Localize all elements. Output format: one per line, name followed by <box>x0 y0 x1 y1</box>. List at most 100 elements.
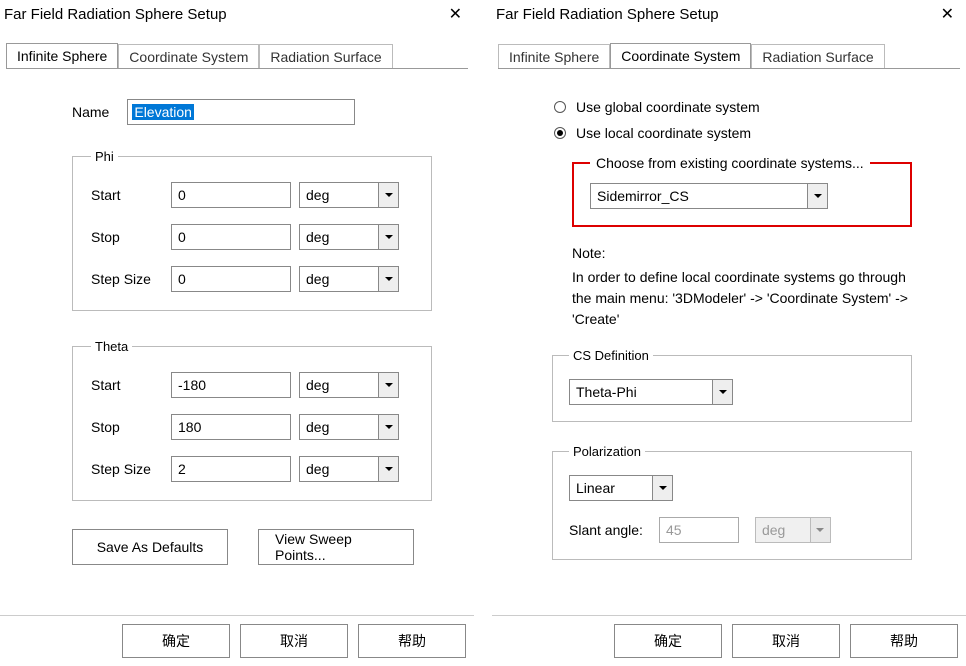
dialog-infinite-sphere: Far Field Radiation Sphere Setup ✕ Infin… <box>0 0 474 666</box>
use-global-radio-row[interactable]: Use global coordinate system <box>554 99 940 115</box>
phi-stop-input[interactable] <box>171 224 291 250</box>
phi-start-label: Start <box>91 187 171 203</box>
theta-stop-unit-text: deg <box>300 419 378 435</box>
tab-coordinate-system[interactable]: Coordinate System <box>610 43 751 69</box>
slant-angle-unit-combo: deg <box>755 517 831 543</box>
phi-step-row: Step Size deg <box>91 266 413 292</box>
phi-start-input[interactable] <box>171 182 291 208</box>
chevron-down-icon <box>378 373 398 397</box>
tab-radiation-surface[interactable]: Radiation Surface <box>751 44 884 69</box>
tab-strip: Infinite Sphere Coordinate System Radiat… <box>6 42 468 68</box>
theta-start-input[interactable] <box>171 372 291 398</box>
titlebar: Far Field Radiation Sphere Setup ✕ <box>492 0 966 28</box>
phi-stop-row: Stop deg <box>91 224 413 250</box>
slant-angle-row: Slant angle: deg <box>569 517 895 543</box>
phi-step-unit-combo[interactable]: deg <box>299 266 399 292</box>
polarization-group: Polarization Linear Slant angle: deg <box>552 444 912 560</box>
phi-start-unit-text: deg <box>300 187 378 203</box>
radio-icon <box>554 127 566 139</box>
polarization-combo[interactable]: Linear <box>569 475 673 501</box>
theta-legend: Theta <box>91 339 132 354</box>
cs-definition-combo[interactable]: Theta-Phi <box>569 379 733 405</box>
phi-start-row: Start deg <box>91 182 413 208</box>
phi-legend: Phi <box>91 149 118 164</box>
tab-infinite-sphere[interactable]: Infinite Sphere <box>6 43 118 69</box>
note-block: Note: In order to define local coordinat… <box>572 245 912 330</box>
radio-icon <box>554 101 566 113</box>
close-icon[interactable]: ✕ <box>935 4 960 24</box>
theta-stop-label: Stop <box>91 419 171 435</box>
theta-start-label: Start <box>91 377 171 393</box>
choose-cs-legend: Choose from existing coordinate systems.… <box>590 155 870 171</box>
dialog-title: Far Field Radiation Sphere Setup <box>496 6 719 23</box>
name-value-selected: Elevation <box>132 104 194 120</box>
ok-button[interactable]: 确定 <box>122 624 230 658</box>
theta-stop-unit-combo[interactable]: deg <box>299 414 399 440</box>
dialog-title: Far Field Radiation Sphere Setup <box>4 6 227 23</box>
note-body: In order to define local coordinate syst… <box>572 267 912 330</box>
polarization-legend: Polarization <box>569 444 645 459</box>
theta-start-unit-combo[interactable]: deg <box>299 372 399 398</box>
chevron-down-icon <box>810 518 830 542</box>
ok-button[interactable]: 确定 <box>614 624 722 658</box>
theta-start-unit-text: deg <box>300 377 378 393</box>
dialog-coordinate-system: Far Field Radiation Sphere Setup ✕ Infin… <box>492 0 966 666</box>
chevron-down-icon <box>652 476 672 500</box>
theta-step-unit-text: deg <box>300 461 378 477</box>
choose-cs-combo[interactable]: Sidemirror_CS <box>590 183 828 209</box>
save-as-defaults-button[interactable]: Save As Defaults <box>72 529 228 565</box>
cs-definition-group: CS Definition Theta-Phi <box>552 348 912 422</box>
tab-content-infinite-sphere: Name Elevation Phi Start deg Stop deg <box>6 68 468 615</box>
bottom-bar: 确定 取消 帮助 <box>492 616 966 666</box>
tab-content-coordinate-system: Use global coordinate system Use local c… <box>498 68 960 615</box>
phi-stop-label: Stop <box>91 229 171 245</box>
name-row: Name Elevation <box>72 99 448 125</box>
theta-step-label: Step Size <box>91 461 171 477</box>
cs-definition-value: Theta-Phi <box>570 384 712 400</box>
help-button[interactable]: 帮助 <box>850 624 958 658</box>
polarization-value: Linear <box>570 480 652 496</box>
theta-step-input[interactable] <box>171 456 291 482</box>
phi-stop-unit-text: deg <box>300 229 378 245</box>
view-sweep-points-button[interactable]: View Sweep Points... <box>258 529 414 565</box>
phi-start-unit-combo[interactable]: deg <box>299 182 399 208</box>
use-local-radio-row[interactable]: Use local coordinate system <box>554 125 940 141</box>
cs-definition-legend: CS Definition <box>569 348 653 363</box>
help-button[interactable]: 帮助 <box>358 624 466 658</box>
theta-stop-row: Stop deg <box>91 414 413 440</box>
phi-step-unit-text: deg <box>300 271 378 287</box>
theta-step-row: Step Size deg <box>91 456 413 482</box>
cancel-button[interactable]: 取消 <box>732 624 840 658</box>
tab-infinite-sphere[interactable]: Infinite Sphere <box>498 44 610 69</box>
phi-step-label: Step Size <box>91 271 171 287</box>
chevron-down-icon <box>807 184 827 208</box>
note-title: Note: <box>572 245 912 261</box>
phi-stop-unit-combo[interactable]: deg <box>299 224 399 250</box>
theta-stop-input[interactable] <box>171 414 291 440</box>
phi-group: Phi Start deg Stop deg Step Size <box>72 149 432 311</box>
phi-step-input[interactable] <box>171 266 291 292</box>
chevron-down-icon <box>378 183 398 207</box>
chevron-down-icon <box>378 457 398 481</box>
titlebar: Far Field Radiation Sphere Setup ✕ <box>0 0 474 28</box>
cancel-button[interactable]: 取消 <box>240 624 348 658</box>
theta-start-row: Start deg <box>91 372 413 398</box>
chevron-down-icon <box>378 267 398 291</box>
choose-cs-value: Sidemirror_CS <box>591 188 807 204</box>
choose-cs-group: Choose from existing coordinate systems.… <box>572 155 912 227</box>
tab-radiation-surface[interactable]: Radiation Surface <box>259 44 392 69</box>
name-input[interactable]: Elevation <box>127 99 355 125</box>
theta-step-unit-combo[interactable]: deg <box>299 456 399 482</box>
tab-strip: Infinite Sphere Coordinate System Radiat… <box>498 42 960 68</box>
close-icon[interactable]: ✕ <box>443 4 468 24</box>
slant-angle-input <box>659 517 739 543</box>
mid-button-row: Save As Defaults View Sweep Points... <box>72 529 432 565</box>
chevron-down-icon <box>378 225 398 249</box>
tab-coordinate-system[interactable]: Coordinate System <box>118 44 259 69</box>
use-global-label: Use global coordinate system <box>576 99 760 115</box>
theta-group: Theta Start deg Stop deg Step Size <box>72 339 432 501</box>
slant-angle-unit-text: deg <box>756 522 810 538</box>
use-local-label: Use local coordinate system <box>576 125 751 141</box>
chevron-down-icon <box>712 380 732 404</box>
slant-angle-label: Slant angle: <box>569 522 643 538</box>
